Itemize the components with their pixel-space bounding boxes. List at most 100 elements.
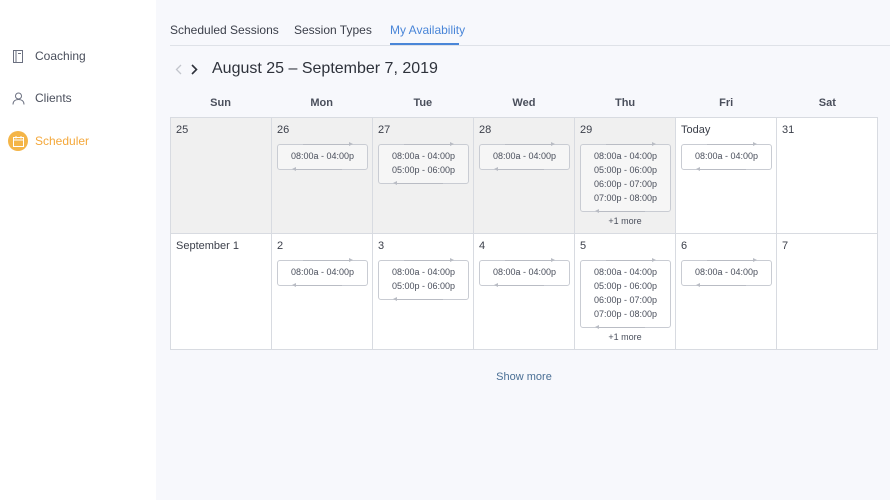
availability-time-slot: 05:00p - 06:00p bbox=[391, 281, 456, 291]
calendar-day-cell[interactable]: 5 08:00a - 04:00p 05:00p - 06:00p 06:00p - … bbox=[575, 234, 676, 350]
calendar-day-cell[interactable]: 2 08:00a - 04:00p bbox=[272, 234, 373, 350]
tab-session-types[interactable]: Session Types bbox=[294, 23, 372, 37]
sidebar-item-coaching[interactable]: Coaching bbox=[8, 44, 86, 68]
show-more-link[interactable]: Show more bbox=[156, 371, 890, 383]
day-number: 31 bbox=[782, 124, 795, 136]
sidebar-item-label: Coaching bbox=[35, 49, 86, 63]
arrow-left-icon bbox=[696, 167, 746, 171]
availability-time-slot: 08:00a - 04:00p bbox=[391, 267, 456, 277]
date-range-title: August 25 – September 7, 2019 bbox=[212, 60, 438, 77]
availability-time-slot: 06:00p - 07:00p bbox=[593, 179, 658, 189]
day-number: 4 bbox=[479, 240, 486, 252]
availability-slot-group[interactable]: 08:00a - 04:00p bbox=[479, 142, 570, 171]
availability-time-slot: 08:00a - 04:00p bbox=[391, 151, 456, 161]
sidebar: Coaching Clients Scheduler bbox=[0, 0, 156, 500]
sidebar-item-clients[interactable]: Clients bbox=[8, 86, 72, 110]
arrow-left-icon bbox=[595, 325, 645, 329]
availability-time-slot: 08:00a - 04:00p bbox=[492, 267, 557, 277]
calendar-day-cell[interactable]: Today 08:00a - 04:00p bbox=[676, 118, 777, 234]
sidebar-item-label: Clients bbox=[35, 91, 72, 105]
weekday-header: Sun Mon Tue Wed Thu Fri Sat bbox=[170, 97, 878, 113]
calendar-week-row: September 1 2 08:00a - 04:00p 3 08:00a - 04:… bbox=[171, 234, 878, 350]
arrow-right-icon bbox=[505, 142, 555, 146]
availability-time-slot: 08:00a - 04:00p bbox=[694, 151, 759, 161]
day-number: 6 bbox=[681, 240, 688, 252]
weekday-label: Sat bbox=[818, 97, 836, 109]
calendar-day-cell[interactable]: 25 bbox=[171, 118, 272, 234]
calendar-day-cell[interactable]: 4 08:00a - 04:00p bbox=[474, 234, 575, 350]
chevron-right-icon[interactable] bbox=[186, 59, 202, 79]
availability-time-slot: 08:00a - 04:00p bbox=[593, 267, 658, 277]
day-number: 25 bbox=[176, 124, 189, 136]
day-number: 7 bbox=[782, 240, 789, 252]
arrow-left-icon bbox=[595, 209, 645, 213]
availability-time-slot: 05:00p - 06:00p bbox=[391, 165, 456, 175]
calendar-icon bbox=[8, 131, 28, 151]
chevron-left-icon[interactable] bbox=[170, 59, 186, 79]
arrow-left-icon bbox=[494, 283, 544, 287]
availability-time-slot: 06:00p - 07:00p bbox=[593, 295, 658, 305]
arrow-left-icon bbox=[292, 283, 342, 287]
more-slots-link[interactable]: +1 more bbox=[575, 332, 675, 342]
availability-time-slot: 08:00a - 04:00p bbox=[694, 267, 759, 277]
calendar-day-cell[interactable]: 6 08:00a - 04:00p bbox=[676, 234, 777, 350]
calendar-day-cell[interactable]: 28 08:00a - 04:00p bbox=[474, 118, 575, 234]
main-content: Scheduled Sessions Session Types My Avai… bbox=[156, 0, 890, 500]
sidebar-item-scheduler[interactable]: Scheduler bbox=[8, 129, 89, 153]
availability-time-slot: 08:00a - 04:00p bbox=[290, 151, 355, 161]
calendar-week-row: 25 26 08:00a - 04:00p 27 08:00a - 04:00p 05:0… bbox=[171, 118, 878, 234]
user-icon bbox=[8, 88, 28, 108]
availability-slot-group[interactable]: 08:00a - 04:00p bbox=[681, 142, 772, 171]
arrow-right-icon bbox=[303, 142, 353, 146]
arrow-right-icon bbox=[303, 258, 353, 262]
availability-time-slot: 07:00p - 08:00p bbox=[593, 193, 658, 203]
arrow-right-icon bbox=[404, 258, 454, 262]
arrow-right-icon bbox=[606, 142, 656, 146]
arrow-left-icon bbox=[292, 167, 342, 171]
date-range-header: August 25 – September 7, 2019 bbox=[170, 58, 438, 80]
day-number: 2 bbox=[277, 240, 284, 252]
availability-slot-group[interactable]: 08:00a - 04:00p bbox=[277, 142, 368, 171]
tab-bar: Scheduled Sessions Session Types My Avai… bbox=[170, 0, 890, 46]
arrow-left-icon bbox=[696, 283, 746, 287]
arrow-left-icon bbox=[393, 181, 443, 185]
availability-slot-group[interactable]: 08:00a - 04:00p bbox=[479, 258, 570, 287]
availability-time-slot: 05:00p - 06:00p bbox=[593, 281, 658, 291]
calendar-day-cell[interactable]: 27 08:00a - 04:00p 05:00p - 06:00p bbox=[373, 118, 474, 234]
calendar-day-cell[interactable]: 7 bbox=[777, 234, 878, 350]
weekday-label: Mon bbox=[310, 97, 333, 109]
availability-slot-group[interactable]: 08:00a - 04:00p 05:00p - 06:00p bbox=[378, 142, 469, 185]
weekday-label: Thu bbox=[614, 97, 636, 109]
availability-time-slot: 05:00p - 06:00p bbox=[593, 165, 658, 175]
weekday-label: Sun bbox=[210, 97, 231, 109]
sidebar-item-label: Scheduler bbox=[35, 134, 90, 148]
day-number: 28 bbox=[479, 124, 492, 136]
availability-slot-group[interactable]: 08:00a - 04:00p 05:00p - 06:00p 06:00p - 0… bbox=[580, 258, 671, 329]
day-number: 29 bbox=[580, 124, 593, 136]
notebook-icon bbox=[8, 46, 28, 66]
calendar-day-cell[interactable]: 3 08:00a - 04:00p 05:00p - 06:00p bbox=[373, 234, 474, 350]
calendar-day-cell[interactable]: September 1 bbox=[171, 234, 272, 350]
arrow-right-icon bbox=[707, 142, 757, 146]
day-number: 27 bbox=[378, 124, 391, 136]
day-number: Today bbox=[681, 124, 711, 136]
arrow-right-icon bbox=[606, 258, 656, 262]
tab-my-availability[interactable]: My Availability bbox=[390, 23, 465, 37]
calendar-day-cell[interactable]: 29 08:00a - 04:00p 05:00p - 06:00p 06:00p -… bbox=[575, 118, 676, 234]
arrow-right-icon bbox=[505, 258, 555, 262]
tab-scheduled-sessions[interactable]: Scheduled Sessions bbox=[170, 23, 279, 37]
availability-slot-group[interactable]: 08:00a - 04:00p bbox=[681, 258, 772, 287]
arrow-right-icon bbox=[404, 142, 454, 146]
availability-slot-group[interactable]: 08:00a - 04:00p 05:00p - 06:00p bbox=[378, 258, 469, 301]
availability-time-slot: 08:00a - 04:00p bbox=[290, 267, 355, 277]
availability-time-slot: 07:00p - 08:00p bbox=[593, 309, 658, 319]
arrow-right-icon bbox=[707, 258, 757, 262]
availability-slot-group[interactable]: 08:00a - 04:00p 05:00p - 06:00p 06:00p - 0… bbox=[580, 142, 671, 213]
weekday-label: Fri bbox=[719, 97, 734, 109]
day-number: September 1 bbox=[176, 240, 239, 252]
more-slots-link[interactable]: +1 more bbox=[575, 216, 675, 226]
calendar-day-cell[interactable]: 31 bbox=[777, 118, 878, 234]
day-number: 26 bbox=[277, 124, 290, 136]
availability-slot-group[interactable]: 08:00a - 04:00p bbox=[277, 258, 368, 287]
calendar-day-cell[interactable]: 26 08:00a - 04:00p bbox=[272, 118, 373, 234]
